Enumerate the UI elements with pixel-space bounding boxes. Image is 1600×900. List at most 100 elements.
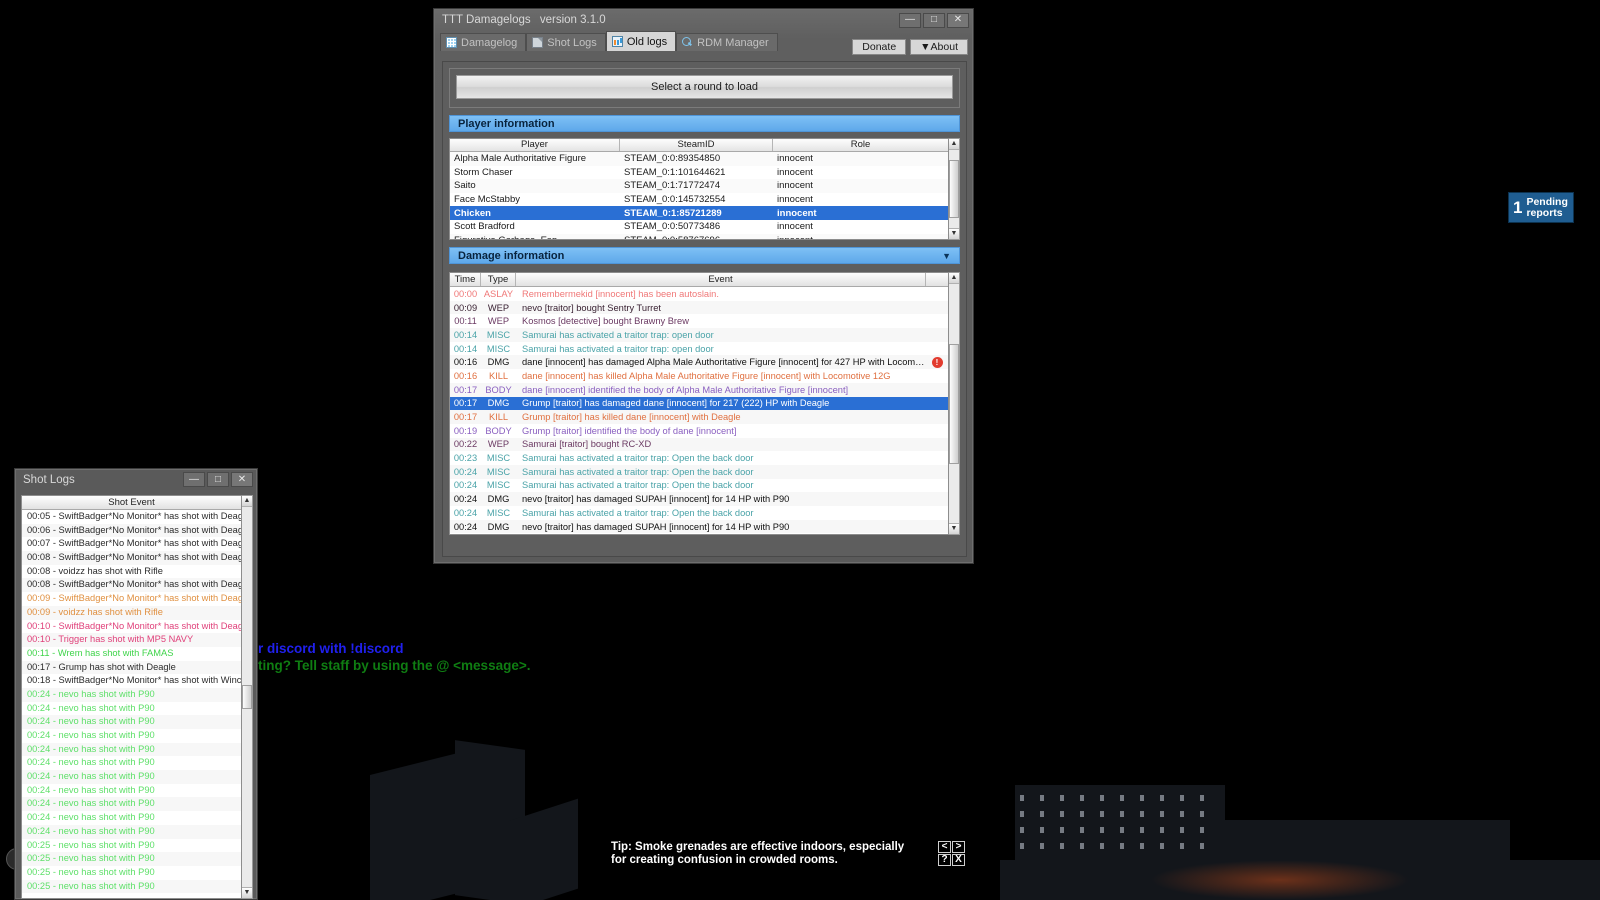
list-item[interactable]: 00:24 - nevo has shot with P90 <box>22 797 241 812</box>
table-row[interactable]: 00:19 BODY Grump [traitor] identified the … <box>450 424 948 438</box>
list-item[interactable]: 00:11 - Wrem has shot with FAMAS <box>22 647 241 661</box>
list-item[interactable]: 00:25 - nevo has shot with P90 <box>22 879 241 894</box>
table-row[interactable]: 00:24DMGnevo [traitor] has damaged SUPAH… <box>450 492 948 506</box>
table-row[interactable]: 00:23 MISC Samurai has activated a traitor… <box>450 451 948 465</box>
table-row[interactable]: Saito STEAM_0:1:71772474 innocent <box>450 179 948 193</box>
player-table-scrollbar[interactable]: ▲ ▼ <box>949 138 960 240</box>
shot-scroll-thumb[interactable] <box>242 685 252 709</box>
table-row[interactable]: 00:17 BODY dane [innocent] identified the … <box>450 382 948 397</box>
chevron-down-icon[interactable]: ▼ <box>942 251 951 261</box>
list-item[interactable]: 00:25 - nevo has shot with P90 <box>22 866 241 880</box>
list-item[interactable]: 00:09 - voidzz has shot with Rifle <box>22 605 241 620</box>
event-scroll-thumb[interactable] <box>949 343 959 464</box>
list-item[interactable]: 00:24 - nevo has shot with P90 <box>22 784 241 798</box>
col-type[interactable]: Type <box>481 273 516 286</box>
damagelogs-titlebar[interactable]: TTT Damagelogs version 3.1.0 — □ ✕ <box>434 9 973 31</box>
table-row[interactable]: 00:00 ASLAY Remembermekid [innocent] has b… <box>450 287 948 301</box>
event-scroll-down-icon[interactable]: ▼ <box>949 523 959 534</box>
tip-close-button[interactable]: X <box>952 854 965 866</box>
table-row[interactable]: 00:14 MISC Samurai has activated a traitor… <box>450 342 948 356</box>
list-item[interactable]: 00:10 - SwiftBadger*No Monitor* has shot… <box>22 620 241 634</box>
scroll-thumb[interactable] <box>949 160 959 218</box>
cell-event: Samurai has activated a traitor trap: Op… <box>522 507 754 518</box>
list-item[interactable]: 00:25 - nevo has shot with P90 <box>22 852 241 866</box>
table-row[interactable]: 00:24DMGnevo [traitor] has damaged SUPAH… <box>450 533 948 534</box>
damage-information-header[interactable]: Damage information ▼ <box>449 247 960 264</box>
col-time[interactable]: Time <box>450 273 481 286</box>
table-row[interactable]: 00:14 MISC Samurai has activated a traitor… <box>450 328 948 342</box>
tab-rdm-manager[interactable]: RDM Manager <box>676 33 778 51</box>
list-item[interactable]: 00:24 - nevo has shot with P90 <box>22 824 241 839</box>
list-item[interactable]: 00:25 - nevo has shot with P90 <box>22 839 241 853</box>
list-item[interactable]: 00:24 - nevo has shot with P90 <box>22 715 241 729</box>
list-item[interactable]: 00:24 - nevo has shot with P90 <box>22 756 241 770</box>
list-item[interactable]: 00:18 - SwiftBadger*No Monitor* has shot… <box>22 674 241 688</box>
warning-icon[interactable]: ! <box>931 356 943 368</box>
event-table-scrollbar[interactable]: ▲ ▼ <box>949 272 960 535</box>
table-row[interactable]: 00:16 KILL dane [innocent] has killed Alph… <box>450 369 948 383</box>
scroll-up-icon[interactable]: ▲ <box>949 139 959 150</box>
table-row[interactable]: 00:24 MISC Samurai has activated a traitor… <box>450 479 948 493</box>
pending-reports-badge[interactable]: 1 Pending reports <box>1508 192 1574 223</box>
col-event[interactable]: Event <box>516 273 926 286</box>
list-item[interactable]: 00:09 - SwiftBadger*No Monitor* has shot… <box>22 592 241 606</box>
shot-maximize-icon[interactable]: □ <box>207 472 229 487</box>
shot-minimize-icon[interactable]: — <box>183 472 205 487</box>
list-item[interactable]: 00:17 - Grump has shot with Deagle <box>22 660 241 675</box>
col-steamid[interactable]: SteamID <box>620 139 773 151</box>
tip-next-button[interactable]: > <box>952 841 965 853</box>
tip-prev-button[interactable]: < <box>938 841 951 853</box>
list-item[interactable]: 00:24 - nevo has shot with P90 <box>22 729 241 743</box>
shot-scroll-down-icon[interactable]: ▼ <box>242 887 252 898</box>
table-row[interactable]: 00:09 WEP nevo [traitor] bought Sentry Tur… <box>450 300 948 315</box>
shot-event-column-header[interactable]: Shot Event <box>22 496 241 510</box>
list-item[interactable]: 00:24 - nevo has shot with P90 <box>22 770 241 784</box>
table-row[interactable]: 00:24 MISC Samurai has activated a traitor… <box>450 506 948 520</box>
maximize-icon[interactable]: □ <box>923 12 945 28</box>
shot-logs-titlebar[interactable]: Shot Logs — □ ✕ <box>15 469 257 490</box>
col-role[interactable]: Role <box>773 139 948 151</box>
player-information-header[interactable]: Player information <box>449 115 960 132</box>
about-button[interactable]: ▼About <box>910 39 968 55</box>
list-item[interactable]: 00:07 - SwiftBadger*No Monitor* has shot… <box>22 537 241 551</box>
list-item[interactable]: 00:24 - nevo has shot with P90 <box>22 811 241 825</box>
tab-damagelog[interactable]: Damagelog <box>440 33 527 51</box>
table-row[interactable]: Storm Chaser STEAM_0:1:101644621 innocent <box>450 166 948 180</box>
select-round-button[interactable]: Select a round to load <box>456 75 953 99</box>
table-row[interactable]: 00:16 DMG dane [innocent] has damaged Alph… <box>450 355 948 370</box>
table-row[interactable]: Figurative Garbage, Esq.STEAM_0:0:587676… <box>450 233 948 239</box>
event-scroll-up-icon[interactable]: ▲ <box>949 273 959 284</box>
donate-button[interactable]: Donate <box>852 39 907 55</box>
table-row[interactable]: Alpha Male Authoritative Figure STEAM_0:0… <box>450 152 948 166</box>
list-item[interactable]: 00:24 - nevo has shot with P90 <box>22 687 241 702</box>
table-row[interactable]: Chicken STEAM_0:1:85721289 innocent <box>450 206 948 220</box>
table-row[interactable]: 00:22 WEP Samurai [traitor] bought RC-XD <box>450 437 948 452</box>
list-item[interactable]: 00:24 - nevo has shot with P90 <box>22 742 241 757</box>
tip-navigation[interactable]: < > ? X <box>938 841 965 866</box>
table-row[interactable]: 00:24DMGnevo [traitor] has damaged SUPAH… <box>450 519 948 534</box>
table-row[interactable]: 00:24 MISC Samurai has activated a traitor… <box>450 464 948 479</box>
table-row[interactable]: Face McStabby STEAM_0:0:145732554 innocent <box>450 193 948 207</box>
list-item[interactable]: 00:08 - SwiftBadger*No Monitor* has shot… <box>22 551 241 565</box>
list-item[interactable]: 00:08 - voidzz has shot with Rifle <box>22 565 241 579</box>
shot-scroll-up-icon[interactable]: ▲ <box>242 496 252 507</box>
tip-help-button[interactable]: ? <box>938 854 951 866</box>
minimize-icon[interactable]: — <box>899 12 921 28</box>
list-item[interactable]: 00:06 - SwiftBadger*No Monitor* has shot… <box>22 523 241 538</box>
shot-logs-scrollbar[interactable]: ▲ ▼ <box>242 495 253 899</box>
table-row[interactable]: 00:17 DMG Grump [traitor] has damaged dane… <box>450 396 948 411</box>
list-item[interactable]: 00:05 - SwiftBadger*No Monitor* has shot… <box>22 510 241 524</box>
scroll-down-icon[interactable]: ▼ <box>949 228 959 239</box>
col-flag[interactable] <box>926 273 948 286</box>
tab-old-logs[interactable]: Old logs <box>605 31 677 51</box>
close-icon[interactable]: ✕ <box>947 12 969 28</box>
list-item[interactable]: 00:24 - nevo has shot with P90 <box>22 702 241 716</box>
table-row[interactable]: 00:17 KILL Grump [traitor] has killed dane… <box>450 410 948 424</box>
table-row[interactable]: Scott Bradford STEAM_0:0:50773486 innocent <box>450 220 948 234</box>
table-row[interactable]: 00:11 WEP Kosmos [detective] bought Brawny… <box>450 314 948 328</box>
list-item[interactable]: 00:10 - Trigger has shot with MP5 NAVY <box>22 633 241 647</box>
tab-shot-logs[interactable]: Shot Logs <box>526 33 606 51</box>
list-item[interactable]: 00:08 - SwiftBadger*No Monitor* has shot… <box>22 578 241 593</box>
col-player[interactable]: Player <box>450 139 620 151</box>
shot-close-icon[interactable]: ✕ <box>231 472 253 487</box>
